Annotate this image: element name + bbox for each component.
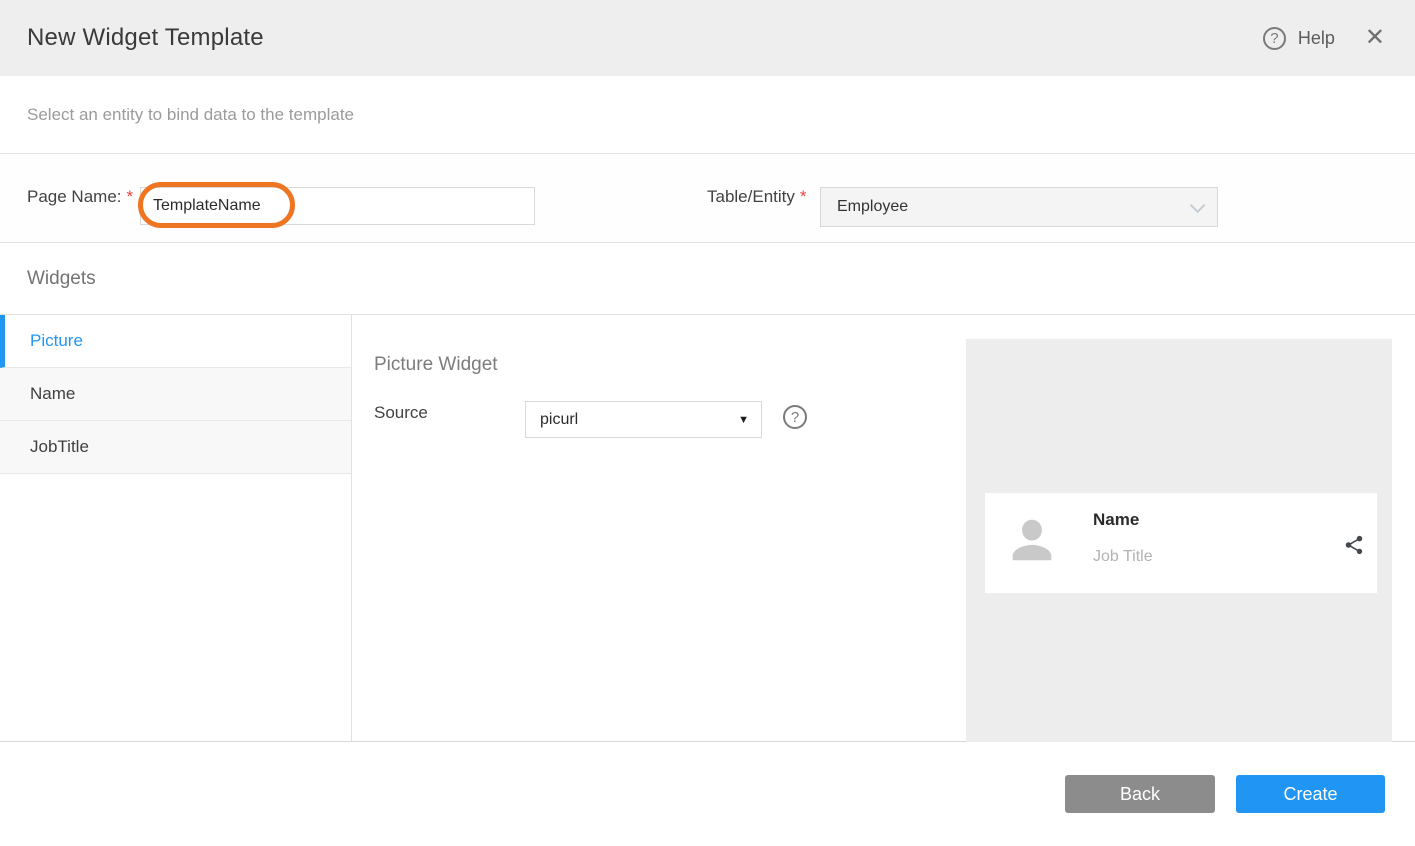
share-icon	[1343, 533, 1365, 557]
source-select-value: picurl	[540, 411, 578, 429]
form-band: Page Name:* Table/Entity* Employee	[0, 153, 1415, 243]
back-button[interactable]: Back	[1065, 775, 1215, 813]
page-name-label: Page Name:*	[27, 187, 133, 207]
sidebar-item-jobtitle[interactable]: JobTitle	[0, 421, 351, 474]
widget-list-sidebar: Picture Name JobTitle	[0, 315, 352, 741]
page-title: New Widget Template	[27, 24, 264, 52]
sidebar-item-picture[interactable]: Picture	[0, 315, 351, 368]
new-widget-template-dialog: New Widget Template ? Help ✕ Select an e…	[0, 0, 1415, 846]
help-icon[interactable]: ?	[1263, 27, 1286, 50]
source-label: Source	[374, 403, 428, 423]
preview-jobtitle-text: Job Title	[1093, 548, 1153, 566]
panel-title: Picture Widget	[374, 354, 498, 376]
help-button[interactable]: Help	[1298, 28, 1335, 49]
chevron-down-icon	[1190, 197, 1206, 213]
table-entity-select[interactable]: Employee	[820, 187, 1218, 227]
dropdown-arrow-icon: ▼	[738, 414, 749, 426]
person-avatar-icon	[1003, 505, 1061, 575]
subtitle-text: Select an entity to bind data to the tem…	[27, 105, 354, 125]
widgets-heading: Widgets	[27, 268, 96, 290]
dialog-titlebar: New Widget Template ? Help ✕	[0, 0, 1415, 76]
create-button[interactable]: Create	[1236, 775, 1385, 813]
preview-card: Name Job Title	[985, 493, 1377, 593]
widgets-heading-band: Widgets	[0, 244, 1415, 314]
table-entity-label: Table/Entity*	[707, 187, 807, 207]
subtitle-band: Select an entity to bind data to the tem…	[0, 76, 1415, 153]
dialog-footer: Back Create	[0, 742, 1415, 846]
required-marker: *	[800, 187, 807, 206]
source-select[interactable]: picurl ▼	[525, 401, 762, 438]
source-help-icon[interactable]: ?	[783, 405, 807, 429]
template-preview-panel: Name Job Title	[966, 339, 1392, 743]
close-icon[interactable]: ✕	[1365, 26, 1385, 50]
sidebar-item-name[interactable]: Name	[0, 368, 351, 421]
widget-editor-content: Picture Name JobTitle Picture Widget Sou…	[0, 314, 1415, 742]
required-marker: *	[127, 187, 134, 206]
preview-name-text: Name	[1093, 510, 1139, 530]
table-entity-value: Employee	[837, 198, 908, 216]
page-name-input[interactable]	[140, 187, 535, 225]
